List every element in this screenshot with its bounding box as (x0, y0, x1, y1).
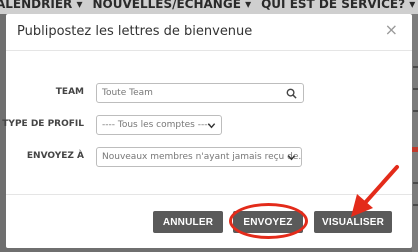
close-icon[interactable]: × (385, 20, 398, 40)
nav-item-on-duty[interactable]: QUI EST DE SERVICE? ▾ (261, 0, 415, 11)
team-placeholder: Toute Team (102, 88, 153, 98)
team-label: TEAM (55, 87, 84, 97)
send-to-label: ENVOYEZ À (26, 151, 84, 161)
chevron-down-icon (207, 123, 216, 129)
profile-type-value: ---- Tous les comptes ---- (102, 120, 211, 130)
annotation-arrow-icon (351, 165, 399, 217)
annotation-circle (229, 203, 308, 239)
team-row: TEAM Toute Team (6, 83, 412, 105)
modal-header: Publipostez les lettres de bienvenue × (6, 14, 412, 51)
background-nav-bar: ALENDRIER ▾ NOUVELLES/ECHANGE ▾ QUI EST … (0, 0, 418, 14)
chevron-down-icon (287, 155, 296, 161)
send-to-value: Nouveaux membres n'ayant jamais reçu de.… (102, 152, 302, 162)
profile-type-select[interactable]: ---- Tous les comptes ---- (96, 115, 222, 135)
search-icon[interactable] (286, 88, 297, 99)
background-nav: ALENDRIER ▾ NOUVELLES/ECHANGE ▾ QUI EST … (0, 0, 415, 11)
nav-item-news[interactable]: NOUVELLES/ECHANGE ▾ (92, 0, 251, 11)
profile-type-row: TYPE DE PROFIL ---- Tous les comptes ---… (2, 115, 412, 137)
send-to-select[interactable]: Nouveaux membres n'ayant jamais reçu de.… (96, 147, 302, 167)
team-search-input[interactable]: Toute Team (96, 83, 304, 103)
profile-type-label: TYPE DE PROFIL (2, 119, 84, 129)
background-page-edge (412, 14, 418, 252)
nav-item-calendar[interactable]: ALENDRIER ▾ (0, 0, 82, 11)
modal-title: Publipostez les lettres de bienvenue (17, 24, 253, 39)
cancel-button[interactable]: ANNULER (153, 211, 223, 233)
